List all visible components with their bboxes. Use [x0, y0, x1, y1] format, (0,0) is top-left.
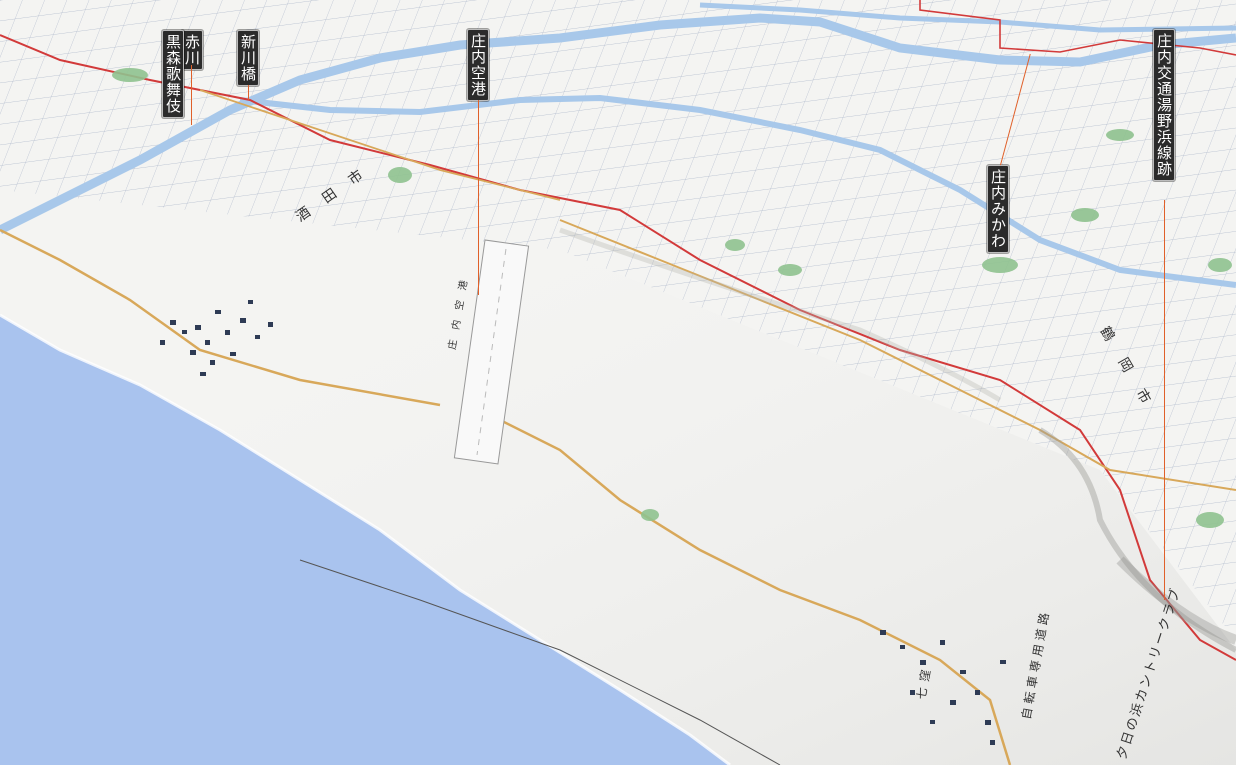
label-shonai-mikawa: 庄内みかわ [987, 165, 1009, 253]
label-kurokawa: 黒森歌舞伎 [162, 30, 184, 118]
terrain-map: 酒田市 鶴岡市 庄内空港 自転車専用道路 夕日の浜カントリークラブ 七窪 [0, 0, 1236, 765]
leader-yunohama-line [1164, 200, 1165, 600]
map-view[interactable]: 酒田市 鶴岡市 庄内空港 自転車専用道路 夕日の浜カントリークラブ 七窪 赤川 … [0, 0, 1236, 765]
leader-akagawa [191, 65, 192, 125]
label-akagawa: 赤川 [181, 30, 203, 70]
label-shinkawa-bridge: 新川橋 [237, 30, 259, 86]
leader-shinkawa-bridge [248, 85, 249, 100]
label-yunohama-line: 庄内交通湯野浜線跡 [1153, 29, 1175, 181]
callout-shonai-mikawa[interactable]: 庄内みかわ [987, 165, 1009, 253]
callout-shonai-airport[interactable]: 庄内空港 [467, 29, 489, 101]
callout-kurokawa[interactable]: 黒森歌舞伎 [162, 30, 184, 118]
leader-shonai-airport [478, 100, 479, 295]
label-shonai-airport: 庄内空港 [467, 29, 489, 101]
callout-shinkawa-bridge[interactable]: 新川橋 [237, 30, 259, 86]
callout-yunohama-line[interactable]: 庄内交通湯野浜線跡 [1153, 29, 1175, 181]
callout-akagawa[interactable]: 赤川 [181, 30, 203, 70]
